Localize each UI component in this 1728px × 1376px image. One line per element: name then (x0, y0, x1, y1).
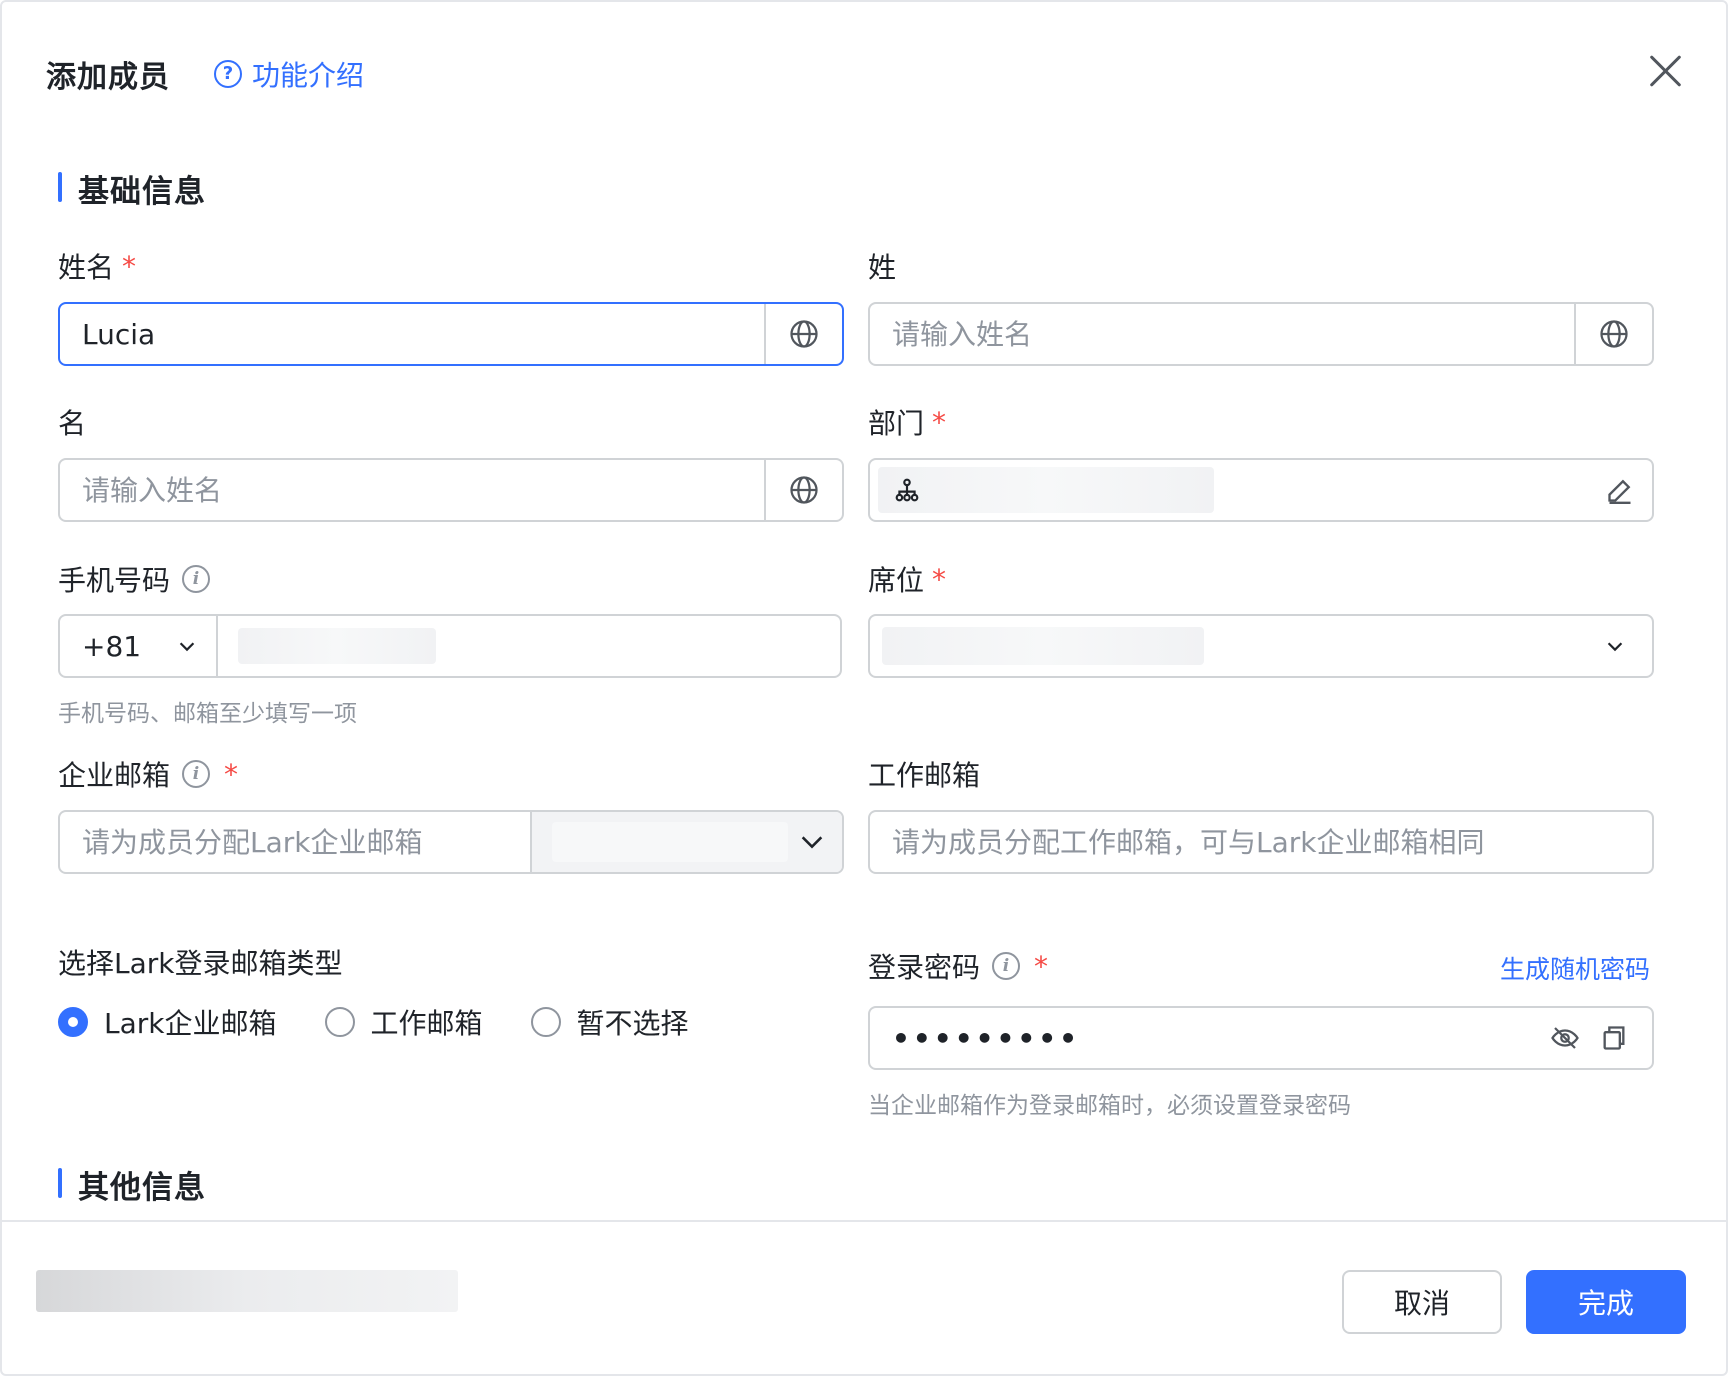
radio-no-selection[interactable]: 暂不选择 (530, 1002, 689, 1042)
footer-redacted-area (36, 1270, 458, 1312)
required-mark: * (1034, 949, 1049, 983)
chevron-down-icon (179, 642, 195, 652)
feature-intro-link[interactable]: ? 功能介绍 (214, 54, 364, 94)
eye-off-icon[interactable] (1550, 1023, 1580, 1053)
password-field[interactable]: ••••••••• (868, 1006, 1654, 1070)
confirm-button[interactable]: 完成 (1526, 1270, 1686, 1334)
feature-intro-label: 功能介绍 (252, 59, 365, 92)
help-icon: ? (214, 60, 242, 88)
first-name-input[interactable] (60, 460, 764, 520)
radio-dot (58, 1007, 88, 1037)
footer-divider (2, 1220, 1726, 1222)
generate-random-password-link[interactable]: 生成随机密码 (1500, 950, 1650, 986)
work-email-field[interactable] (868, 810, 1654, 874)
first-name-i18n-button[interactable] (764, 460, 842, 520)
phone-field: +81 (58, 614, 842, 678)
radio-dot (530, 1007, 561, 1037)
globe-icon (790, 476, 818, 504)
last-name-input[interactable] (870, 304, 1574, 364)
section-title-basic: 基础信息 (58, 166, 206, 211)
country-code-select[interactable]: +81 (60, 616, 218, 676)
first-name-label: 名 (58, 407, 87, 440)
work-email-input[interactable] (870, 812, 1652, 872)
phone-label: 手机号码 i (58, 559, 211, 599)
radio-work-email[interactable]: 工作邮箱 (324, 1002, 483, 1042)
enterprise-email-field (58, 810, 844, 874)
required-mark: * (122, 249, 137, 283)
full-name-label: 姓名 * (58, 249, 137, 285)
login-email-type-radio-group: Lark企业邮箱 工作邮箱 暂不选择 (58, 1002, 737, 1042)
org-structure-icon (895, 478, 919, 502)
department-tag (878, 467, 1214, 513)
edit-icon (1608, 479, 1631, 504)
info-icon[interactable]: i (992, 952, 1021, 980)
chevron-down-icon (1607, 642, 1623, 652)
first-name-field[interactable] (58, 458, 844, 522)
department-field[interactable] (868, 458, 1654, 522)
chevron-down-icon (801, 836, 823, 849)
globe-icon (790, 320, 818, 348)
seat-select[interactable] (868, 614, 1654, 678)
last-name-label: 姓 (868, 251, 897, 284)
last-name-i18n-button[interactable] (1574, 304, 1652, 364)
last-name-field[interactable] (868, 302, 1654, 366)
full-name-input[interactable] (60, 304, 764, 364)
info-icon[interactable]: i (182, 565, 211, 593)
full-name-field[interactable] (58, 302, 844, 366)
phone-number-redacted (238, 628, 436, 664)
radio-dot (324, 1007, 355, 1037)
seat-value-redacted (882, 627, 1204, 665)
required-mark: * (932, 562, 947, 596)
dialog-title: 添加成员 (46, 60, 170, 95)
password-hint: 当企业邮箱作为登录邮箱时，必须设置登录密码 (868, 1093, 1351, 1119)
login-email-type-label: 选择Lark登录邮箱类型 (58, 947, 343, 980)
seat-label: 席位 * (868, 562, 947, 598)
password-label: 登录密码 i * (868, 949, 1049, 985)
section-title-other: 其他信息 (58, 1162, 206, 1207)
add-member-dialog: 添加成员 ? 功能介绍 基础信息 姓名* 姓 名 部门* (0, 0, 1728, 1376)
full-name-i18n-button[interactable] (764, 304, 842, 364)
globe-icon (1600, 320, 1628, 348)
required-mark: * (932, 405, 947, 439)
edit-department-button[interactable] (1588, 476, 1652, 504)
password-masked-value: ••••••••• (892, 1021, 1081, 1055)
close-icon[interactable] (1646, 50, 1686, 90)
cancel-button[interactable]: 取消 (1342, 1270, 1502, 1334)
phone-number-input[interactable] (218, 616, 840, 676)
copy-icon[interactable] (1600, 1024, 1628, 1052)
email-domain-select[interactable] (530, 812, 842, 872)
phone-hint: 手机号码、邮箱至少填写一项 (58, 701, 357, 727)
info-icon[interactable]: i (182, 760, 211, 788)
department-label: 部门 * (868, 405, 947, 441)
work-email-label: 工作邮箱 (868, 759, 981, 792)
enterprise-email-label: 企业邮箱 i * (58, 757, 239, 793)
email-domain-redacted (552, 822, 788, 862)
country-code-value: +81 (82, 629, 142, 663)
enterprise-email-input[interactable] (60, 812, 530, 872)
required-mark: * (224, 757, 239, 791)
radio-lark-enterprise-email[interactable]: Lark企业邮箱 (58, 1002, 277, 1042)
